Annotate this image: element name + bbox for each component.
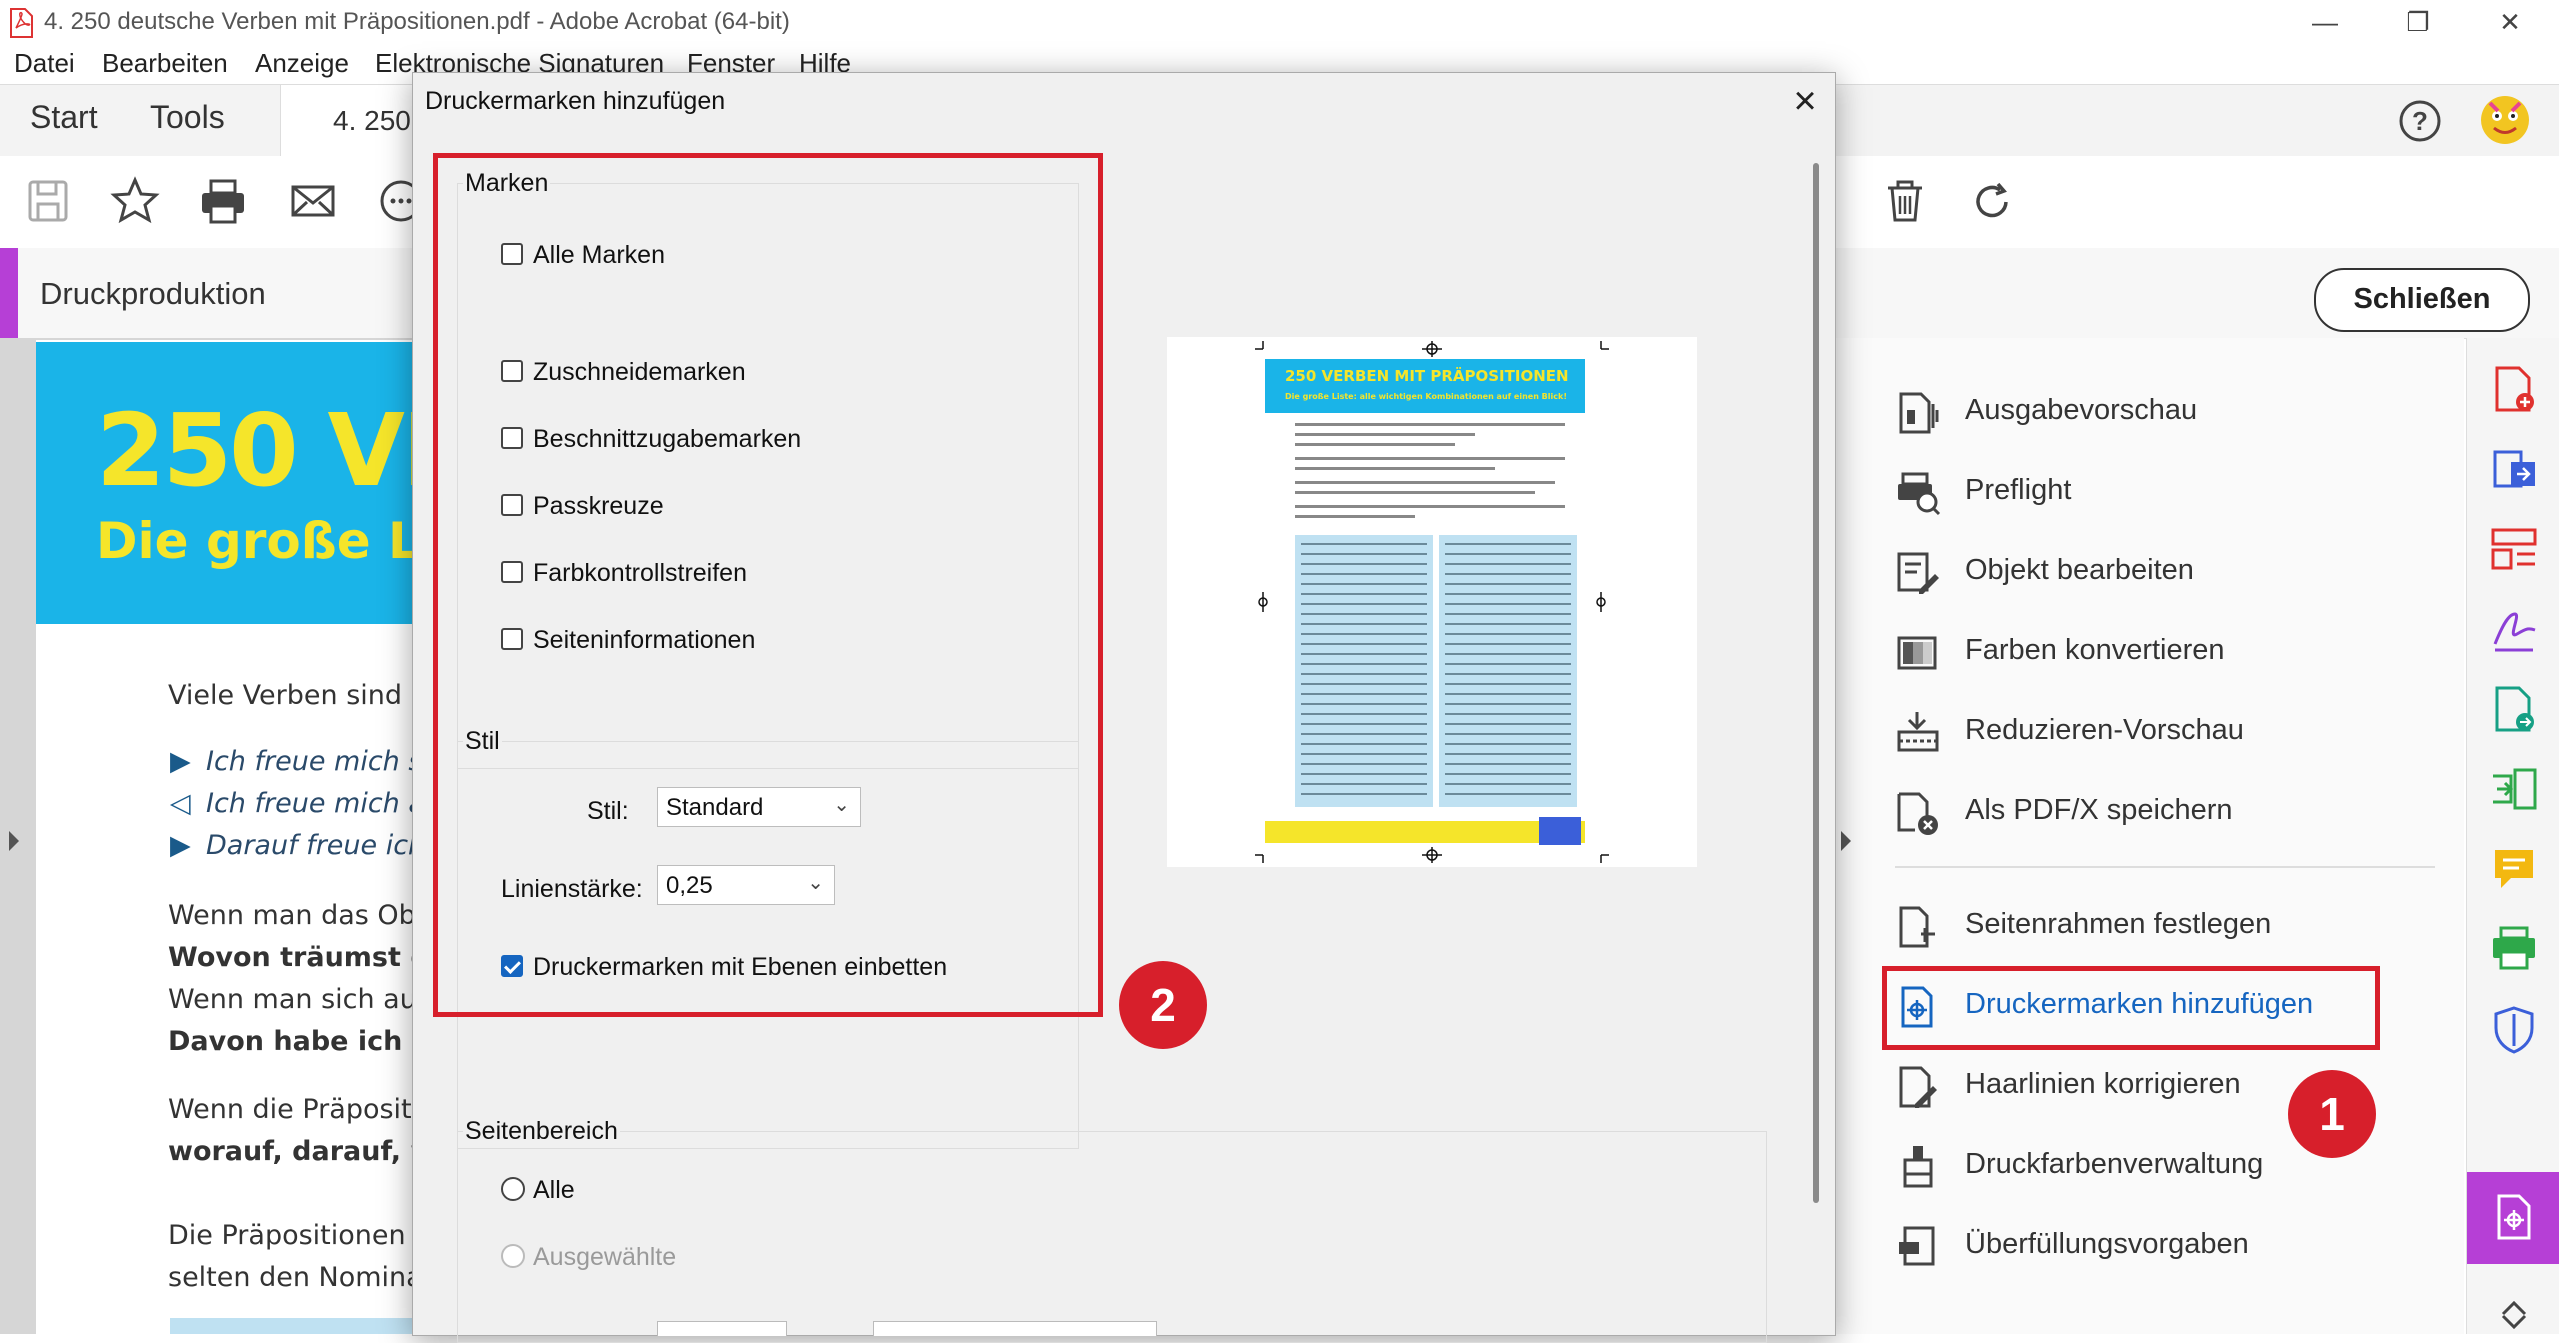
- fill-sign-icon[interactable]: [2489, 604, 2539, 654]
- avatar[interactable]: [2480, 95, 2530, 145]
- preflight-icon: [1898, 472, 1941, 516]
- mail-icon[interactable]: [288, 176, 338, 226]
- print-icon[interactable]: [198, 176, 248, 226]
- compare-icon[interactable]: [2489, 764, 2539, 814]
- save-icon[interactable]: [24, 176, 74, 226]
- seitenbereich-label: Seitenbereich: [463, 1117, 620, 1146]
- minimize-button[interactable]: —: [2295, 4, 2355, 40]
- doc-paragraph: Viele Verben sind mi: [168, 680, 445, 711]
- tab-document-label: 4. 250: [333, 105, 411, 136]
- tab-document[interactable]: 4. 250: [280, 85, 421, 157]
- menu-anzeige[interactable]: Anzeige: [255, 48, 349, 79]
- menu-datei[interactable]: Datei: [14, 48, 75, 79]
- tool-label: Reduzieren-Vorschau: [1965, 714, 2244, 746]
- menu-bearbeiten[interactable]: Bearbeiten: [102, 48, 228, 79]
- tool-label: Seitenrahmen festlegen: [1965, 908, 2272, 940]
- ink-manager-icon: [1903, 1146, 1933, 1188]
- schliessen-button[interactable]: Schließen: [2314, 268, 2530, 332]
- step-badge-2: 2: [1119, 961, 1207, 1049]
- bullet-arrow-icon: ▶: [170, 746, 191, 777]
- preview-subtitle: Die große Liste: alle wichtigen Kombinat…: [1285, 392, 1567, 401]
- druckproduktion-active-icon[interactable]: [2489, 1192, 2539, 1242]
- druckproduktion-accent: [0, 248, 18, 338]
- tool-label: Haarlinien korrigieren: [1965, 1068, 2241, 1100]
- window-title: 4. 250 deutsche Verben mit Präpositionen…: [44, 8, 790, 35]
- print-production-quick-icon[interactable]: [2489, 924, 2539, 974]
- bullet-arrow-icon: ▶: [170, 830, 191, 861]
- tab-tools[interactable]: Tools: [150, 99, 225, 136]
- doc-paragraph: Wenn die Präpositio: [168, 1094, 436, 1125]
- output-preview-icon: [1899, 392, 1939, 434]
- doc-paragraph: Wenn man sich auf: [168, 984, 427, 1015]
- doc-table-edge: [170, 1318, 412, 1334]
- page-preview: 250 VERBEN MIT PRÄPOSITIONEN Die große L…: [1167, 337, 1697, 867]
- save-pdfx-icon: [1897, 792, 1938, 835]
- druckermarken-dialog: Druckermarken hinzufügen × Marken Alle M…: [412, 72, 1836, 1343]
- star-icon[interactable]: [110, 176, 160, 226]
- delete-icon[interactable]: [1880, 176, 1930, 226]
- tool-label: Überfüllungsvorgaben: [1965, 1228, 2249, 1260]
- doc-paragraph: selten den Nominat: [168, 1262, 434, 1293]
- fix-hairlines-icon: [1899, 1066, 1937, 1108]
- close-window-button[interactable]: ✕: [2480, 4, 2540, 40]
- preview-page-graphic: 250 VERBEN MIT PRÄPOSITIONEN Die große L…: [1255, 341, 1609, 863]
- tab-start[interactable]: Start: [30, 99, 98, 136]
- druckproduktion-label: Druckproduktion: [40, 276, 266, 311]
- seitenbereich-group: [457, 1131, 1767, 1343]
- comment-icon[interactable]: [2489, 844, 2539, 894]
- radio-alle[interactable]: [501, 1177, 525, 1201]
- quick-tools-bar: [2466, 338, 2559, 1334]
- chevron-down-icon[interactable]: [2489, 1314, 2539, 1334]
- create-pdf-icon[interactable]: [2489, 364, 2539, 414]
- flattener-preview-icon: [1897, 712, 1939, 752]
- tool-label: Ausgabevorschau: [1965, 394, 2198, 426]
- edit-object-icon: [1897, 552, 1939, 594]
- doc-bullet: Ich freue mich a: [206, 788, 425, 819]
- tool-label: Farben konvertieren: [1965, 634, 2225, 666]
- export-pdf-icon[interactable]: [2489, 444, 2539, 494]
- acrobat-pdf-icon: [10, 8, 33, 38]
- tool-label: Als PDF/X speichern: [1965, 794, 2233, 826]
- radio-ausgewaehlte-label: Ausgewählte: [533, 1243, 677, 1271]
- convert-colors-icon: [1897, 636, 1937, 670]
- pdf-banner: 250 VER Die große Liste: [36, 342, 544, 624]
- radio-alle-label: Alle: [533, 1176, 575, 1204]
- send-for-review-icon[interactable]: [2489, 684, 2539, 734]
- left-panel-toggle-icon[interactable]: [6, 828, 22, 854]
- highlight-marken-settings: [433, 153, 1103, 1017]
- tool-label: Objekt bearbeiten: [1965, 554, 2194, 586]
- rotate-icon[interactable]: [1968, 176, 2018, 226]
- organize-pages-icon[interactable]: [2489, 524, 2539, 574]
- title-bar: 4. 250 deutsche Verben mit Präpositionen…: [0, 0, 2559, 46]
- restore-button[interactable]: ❐: [2388, 4, 2448, 40]
- set-page-boxes-icon: [1899, 906, 1935, 948]
- svg-text:?: ?: [2412, 106, 2428, 136]
- highlight-druckermarken-tool: [1882, 966, 2380, 1050]
- dialog-close-button[interactable]: ×: [1783, 79, 1827, 123]
- preview-title: 250 VERBEN MIT PRÄPOSITIONEN: [1285, 366, 1569, 385]
- bullet-arrow-icon: ◁: [170, 788, 191, 819]
- dialog-scrollbar[interactable]: [1813, 163, 1819, 1203]
- tool-label: Preflight: [1965, 474, 2072, 506]
- tools-divider: [1895, 866, 2435, 868]
- help-icon[interactable]: ?: [2398, 99, 2442, 143]
- right-panel-toggle-icon[interactable]: [1838, 828, 1854, 854]
- doc-bullet: Ich freue mich sc: [206, 746, 438, 777]
- radio-ausgewaehlte[interactable]: [501, 1244, 525, 1268]
- tool-label: Druckfarbenverwaltung: [1965, 1148, 2264, 1180]
- trap-presets-icon: [1899, 1226, 1935, 1266]
- doc-paragraph: Die Präpositionen v: [168, 1220, 431, 1251]
- protect-icon[interactable]: [2489, 1004, 2539, 1054]
- step-badge-1: 1: [2288, 1070, 2376, 1158]
- dialog-title: Druckermarken hinzufügen: [425, 87, 726, 115]
- doc-paragraph: Wenn man das Obje: [168, 900, 440, 931]
- doc-bullet: Darauf freue ich: [206, 830, 426, 861]
